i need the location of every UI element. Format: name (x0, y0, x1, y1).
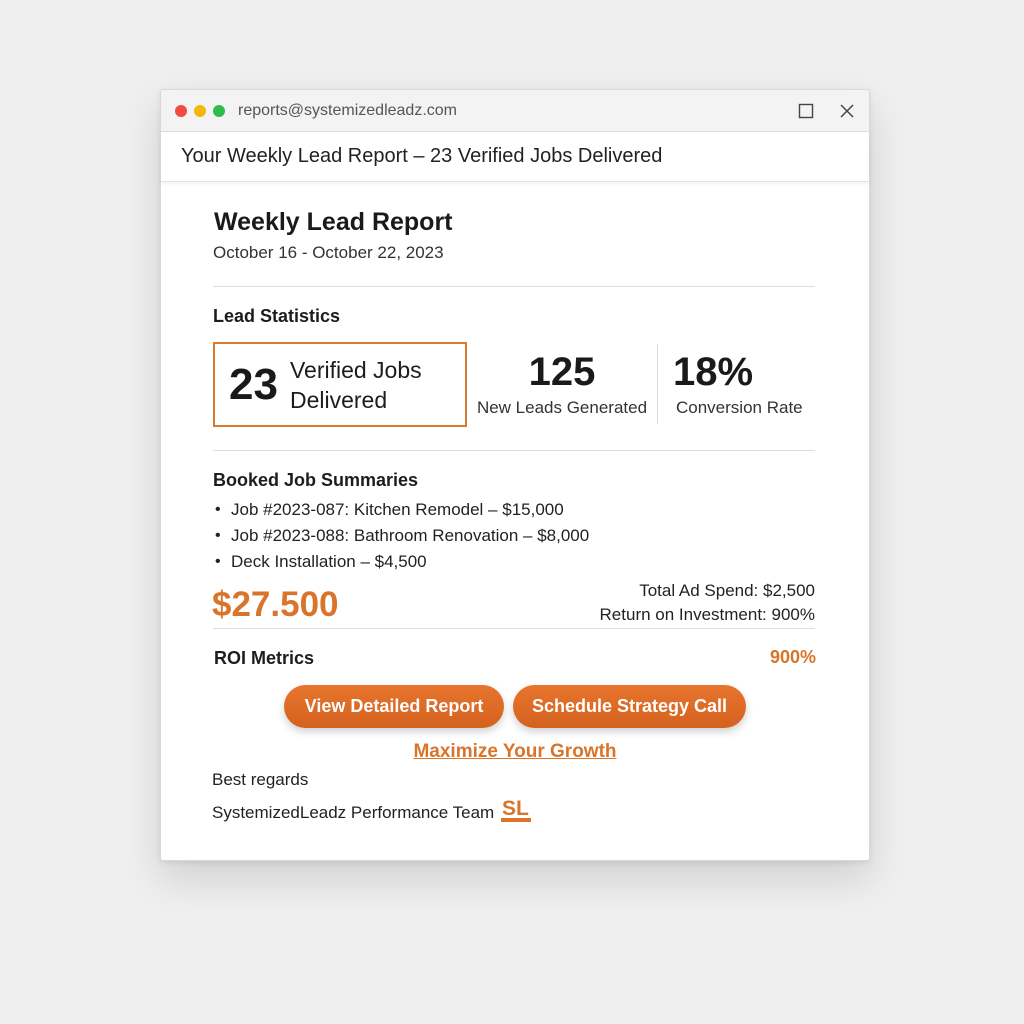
title-bar: reports@systemizedleadz.com (161, 90, 869, 132)
traffic-lights (175, 104, 225, 117)
verified-jobs-label-line1: Verified Jobs (289, 356, 422, 383)
stat-separator (657, 344, 658, 424)
verified-jobs-label-line2: Delivered (289, 386, 388, 413)
verified-jobs-label: Verified Jobs Delivered (290, 355, 422, 415)
divider (213, 450, 815, 451)
divider (213, 628, 815, 629)
lead-statistics-heading: Lead Statistics (213, 306, 341, 326)
roi-text: Return on Investment: 900% (599, 605, 815, 624)
closing-text: Best regards (212, 770, 309, 789)
job-text: Deck Installation – $4,500 (231, 552, 427, 571)
total-job-value: $27.500 (212, 585, 339, 624)
roi-metrics-heading: ROI Metrics (214, 648, 315, 668)
maximize-icon[interactable] (796, 101, 816, 121)
report-title: Weekly Lead Report (214, 208, 453, 236)
list-item: • Job #2023-087: Kitchen Remodel – $15,00… (215, 497, 589, 523)
email-subject: Your Weekly Lead Report – 23 Verified Jo… (161, 132, 869, 182)
roi-percent: 900% (769, 647, 816, 667)
view-detailed-report-button[interactable]: View Detailed Report (284, 685, 504, 728)
new-leads-stat: 125 New Leads Generated (474, 350, 650, 418)
verified-jobs-value: 23 (229, 359, 278, 409)
booked-jobs-heading: Booked Job Summaries (213, 470, 419, 490)
verified-jobs-stat: 23 Verified Jobs Delivered (213, 342, 467, 427)
job-text: Job #2023-087: Kitchen Remodel – $15,000 (231, 500, 564, 519)
systemizedleadz-logo-icon: SL (499, 793, 533, 833)
booked-jobs-list: • Job #2023-087: Kitchen Remodel – $15,00… (215, 497, 589, 575)
new-leads-value: 125 (528, 350, 596, 394)
conversion-rate-label: Conversion Rate (676, 398, 803, 417)
ad-spend-text: Total Ad Spend: $2,500 (639, 581, 815, 600)
team-name: SystemizedLeadz Performance Team (212, 803, 495, 822)
zoom-window-dot[interactable] (213, 104, 225, 117)
email-window: reports@systemizedleadz.com Your Weekly … (160, 89, 870, 861)
report-date-range: October 16 - October 22, 2023 (213, 243, 444, 262)
conversion-rate-value: 18% (673, 350, 754, 394)
job-text: Job #2023-088: Bathroom Renovation – $8,… (231, 526, 590, 545)
svg-text:SL: SL (502, 797, 529, 820)
signature: Best regards SystemizedLeadz Performance… (212, 767, 533, 833)
conversion-rate-stat: 18% Conversion Rate (671, 350, 811, 418)
sender-address: reports@systemizedleadz.com (238, 101, 457, 119)
team-line: SystemizedLeadz Performance Team SL (212, 793, 533, 833)
maximize-growth-link[interactable]: Maximize Your Growth (161, 741, 869, 763)
list-item: • Job #2023-088: Bathroom Renovation – $8… (215, 523, 589, 549)
schedule-strategy-call-button[interactable]: Schedule Strategy Call (513, 685, 746, 728)
new-leads-label: New Leads Generated (476, 398, 648, 417)
minimize-window-dot[interactable] (194, 104, 206, 117)
list-item: • Deck Installation – $4,500 (215, 549, 589, 575)
divider (213, 286, 815, 287)
close-icon[interactable] (837, 101, 857, 121)
spend-summary: Total Ad Spend: $2,500 Return on Investm… (600, 579, 815, 627)
close-window-dot[interactable] (175, 104, 187, 117)
